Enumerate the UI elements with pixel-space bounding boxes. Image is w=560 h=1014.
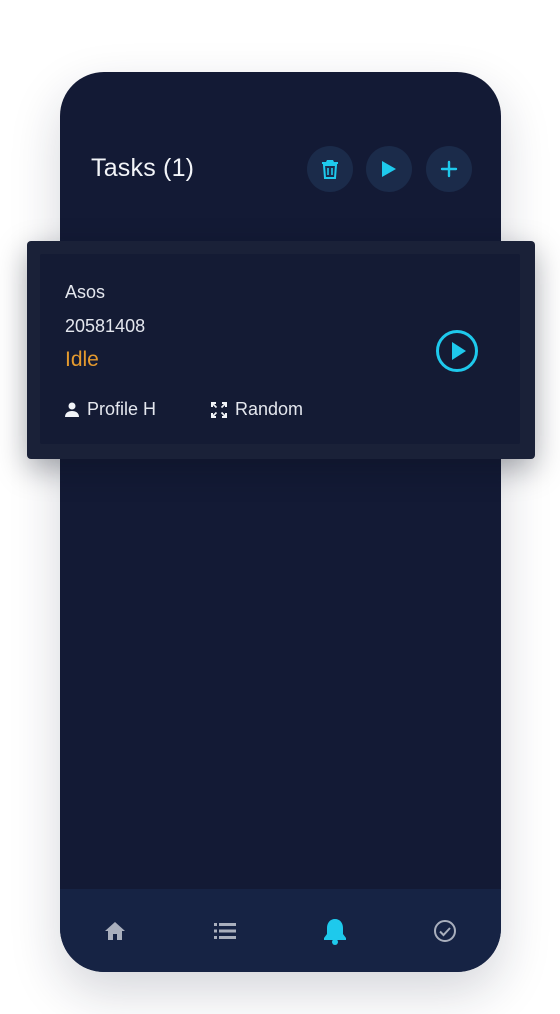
- play-icon: [382, 161, 396, 177]
- person-icon: [65, 402, 79, 417]
- task-site: Asos: [65, 282, 106, 302]
- app-screen: Tasks (1): [60, 72, 501, 972]
- bottom-nav: [60, 889, 501, 972]
- nav-tasks[interactable]: [170, 889, 280, 972]
- home-icon: [105, 921, 125, 940]
- run-all-button[interactable]: [366, 146, 412, 192]
- task-profile: Profile H: [65, 399, 156, 420]
- task-proxy-label: Random: [235, 399, 304, 419]
- task-status: Idle: [65, 348, 99, 371]
- delete-all-button[interactable]: [307, 146, 353, 192]
- check-circle-icon: [434, 919, 456, 942]
- bell-icon: [324, 918, 346, 945]
- expand-icon: [211, 401, 227, 418]
- task-proxy: Random: [211, 399, 303, 420]
- nav-notifications[interactable]: [280, 889, 390, 972]
- page-title: Tasks (1): [91, 154, 195, 182]
- task-card[interactable]: Asos 20581408 Idle Profile H Random: [40, 254, 520, 444]
- nav-completed[interactable]: [390, 889, 500, 972]
- start-task-button[interactable]: [435, 329, 479, 373]
- plus-icon: [440, 160, 458, 178]
- add-task-button[interactable]: [426, 146, 472, 192]
- task-profile-label: Profile H: [87, 399, 157, 419]
- task-sku: 20581408: [65, 316, 146, 336]
- trash-icon: [322, 160, 338, 179]
- nav-home[interactable]: [60, 889, 170, 972]
- list-icon: [214, 922, 236, 939]
- play-circle-icon: [436, 330, 478, 372]
- task-card-container: Asos 20581408 Idle Profile H Random: [27, 241, 535, 459]
